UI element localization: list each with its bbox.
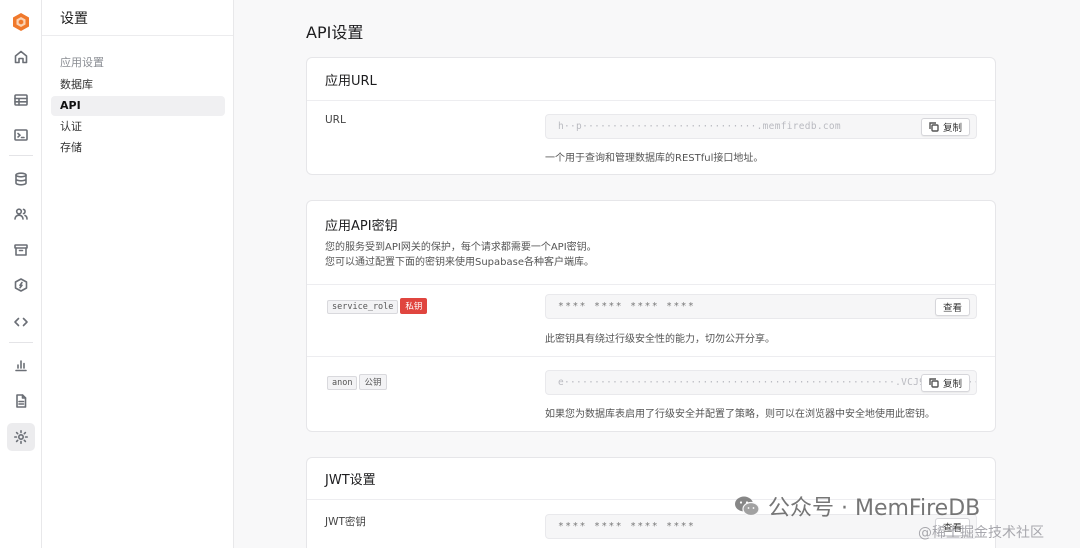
code-icon[interactable] <box>7 308 35 336</box>
url-label: URL <box>325 114 346 126</box>
menu-item-database[interactable]: 数据库 <box>51 75 225 95</box>
private-key-badge: 私钥 <box>400 298 428 314</box>
card-desc-line1: 您的服务受到API网关的保护，每个请求都需要一个API密钥。 <box>325 242 597 253</box>
wechat-watermark: 公众号 · MemFireDB <box>734 490 980 522</box>
reveal-service-key-button[interactable]: 查看 <box>934 298 970 316</box>
api-keys-card: 应用API密钥 您的服务受到API网关的保护，每个请求都需要一个API密钥。 您… <box>306 200 996 432</box>
wechat-icon <box>735 496 760 517</box>
copy-label: 复制 <box>942 123 962 134</box>
storage-icon[interactable] <box>7 236 35 264</box>
menu-group-app-settings: 应用设置 <box>60 56 104 69</box>
home-icon[interactable] <box>7 43 35 71</box>
copy-anon-key-button[interactable]: 复制 <box>920 374 970 392</box>
rail-divider <box>9 342 33 343</box>
table-editor-icon[interactable] <box>7 86 35 114</box>
anon-key-field[interactable]: e·······································… <box>545 370 977 395</box>
anon-tags: anon 公钥 <box>327 370 389 390</box>
reports-icon[interactable] <box>7 351 35 379</box>
users-icon[interactable] <box>7 200 35 228</box>
copy-url-button[interactable]: 复制 <box>920 118 970 136</box>
jwt-secret-label: JWT密钥 <box>325 516 366 528</box>
icon-rail <box>0 0 42 548</box>
rail-divider <box>9 155 33 156</box>
service-role-row: service_role 私钥 **** **** **** **** 查看 此密… <box>307 285 995 357</box>
copy-icon <box>929 378 939 388</box>
menu-item-storage[interactable]: 存储 <box>51 138 225 158</box>
juejin-watermark: @稀土掘金技术社区 <box>918 525 1044 541</box>
settings-menu-title: 设置 <box>42 0 233 36</box>
card-desc-line2: 您可以通过配置下面的密钥来使用Supabase各种客户端库。 <box>325 257 594 268</box>
card-title: JWT设置 <box>325 473 376 488</box>
card-header: 应用URL <box>307 58 995 101</box>
url-value: h··p·····························.memfir… <box>558 121 841 132</box>
jwt-secret-value: **** **** **** **** <box>558 521 696 532</box>
url-row: URL h··p·····························.me… <box>307 101 995 175</box>
anon-hint: 如果您为数据库表启用了行级安全并配置了策略，则可以在浏览器中安全地使用此密钥。 <box>545 409 935 420</box>
url-hint: 一个用于查询和管理数据库的RESTful接口地址。 <box>545 153 764 164</box>
copy-icon <box>929 122 939 132</box>
public-key-badge: 公钥 <box>359 374 387 390</box>
copy-label: 复制 <box>942 379 962 390</box>
reveal-label: 查看 <box>942 303 962 314</box>
card-title: 应用URL <box>325 73 377 89</box>
settings-menu: 设置 应用设置 数据库 API 认证 存储 <box>42 0 234 548</box>
page-title: API设置 <box>306 23 364 42</box>
menu-item-auth[interactable]: 认证 <box>51 117 225 137</box>
service-role-key-value: **** **** **** **** <box>558 301 696 312</box>
anon-row: anon 公钥 e································… <box>307 357 995 431</box>
anon-tag: anon <box>327 376 358 390</box>
app-url-card: 应用URL URL h··p··························… <box>306 57 996 175</box>
service-role-tag: service_role <box>327 300 399 314</box>
docs-icon[interactable] <box>7 387 35 415</box>
sql-editor-icon[interactable] <box>7 121 35 149</box>
card-title: 应用API密钥 <box>325 219 398 234</box>
watermark-text: 公众号 · MemFireDB <box>768 496 981 521</box>
service-role-key-field[interactable]: **** **** **** **** 查看 <box>545 294 977 319</box>
main-content: API设置 应用URL URL h··p····················… <box>234 0 1080 548</box>
memfire-logo-icon[interactable] <box>11 12 31 32</box>
service-role-hint: 此密钥具有绕过行级安全性的能力，切勿公开分享。 <box>545 334 775 345</box>
functions-icon[interactable] <box>7 271 35 299</box>
service-role-tags: service_role 私钥 <box>327 294 429 314</box>
anon-key-value: e·······································… <box>558 377 976 388</box>
card-header: 应用API密钥 您的服务受到API网关的保护，每个请求都需要一个API密钥。 您… <box>307 201 995 285</box>
settings-gear-icon[interactable] <box>7 423 35 451</box>
menu-item-api[interactable]: API <box>51 96 225 116</box>
url-field[interactable]: h··p·····························.memfir… <box>545 114 977 139</box>
database-icon[interactable] <box>7 165 35 193</box>
